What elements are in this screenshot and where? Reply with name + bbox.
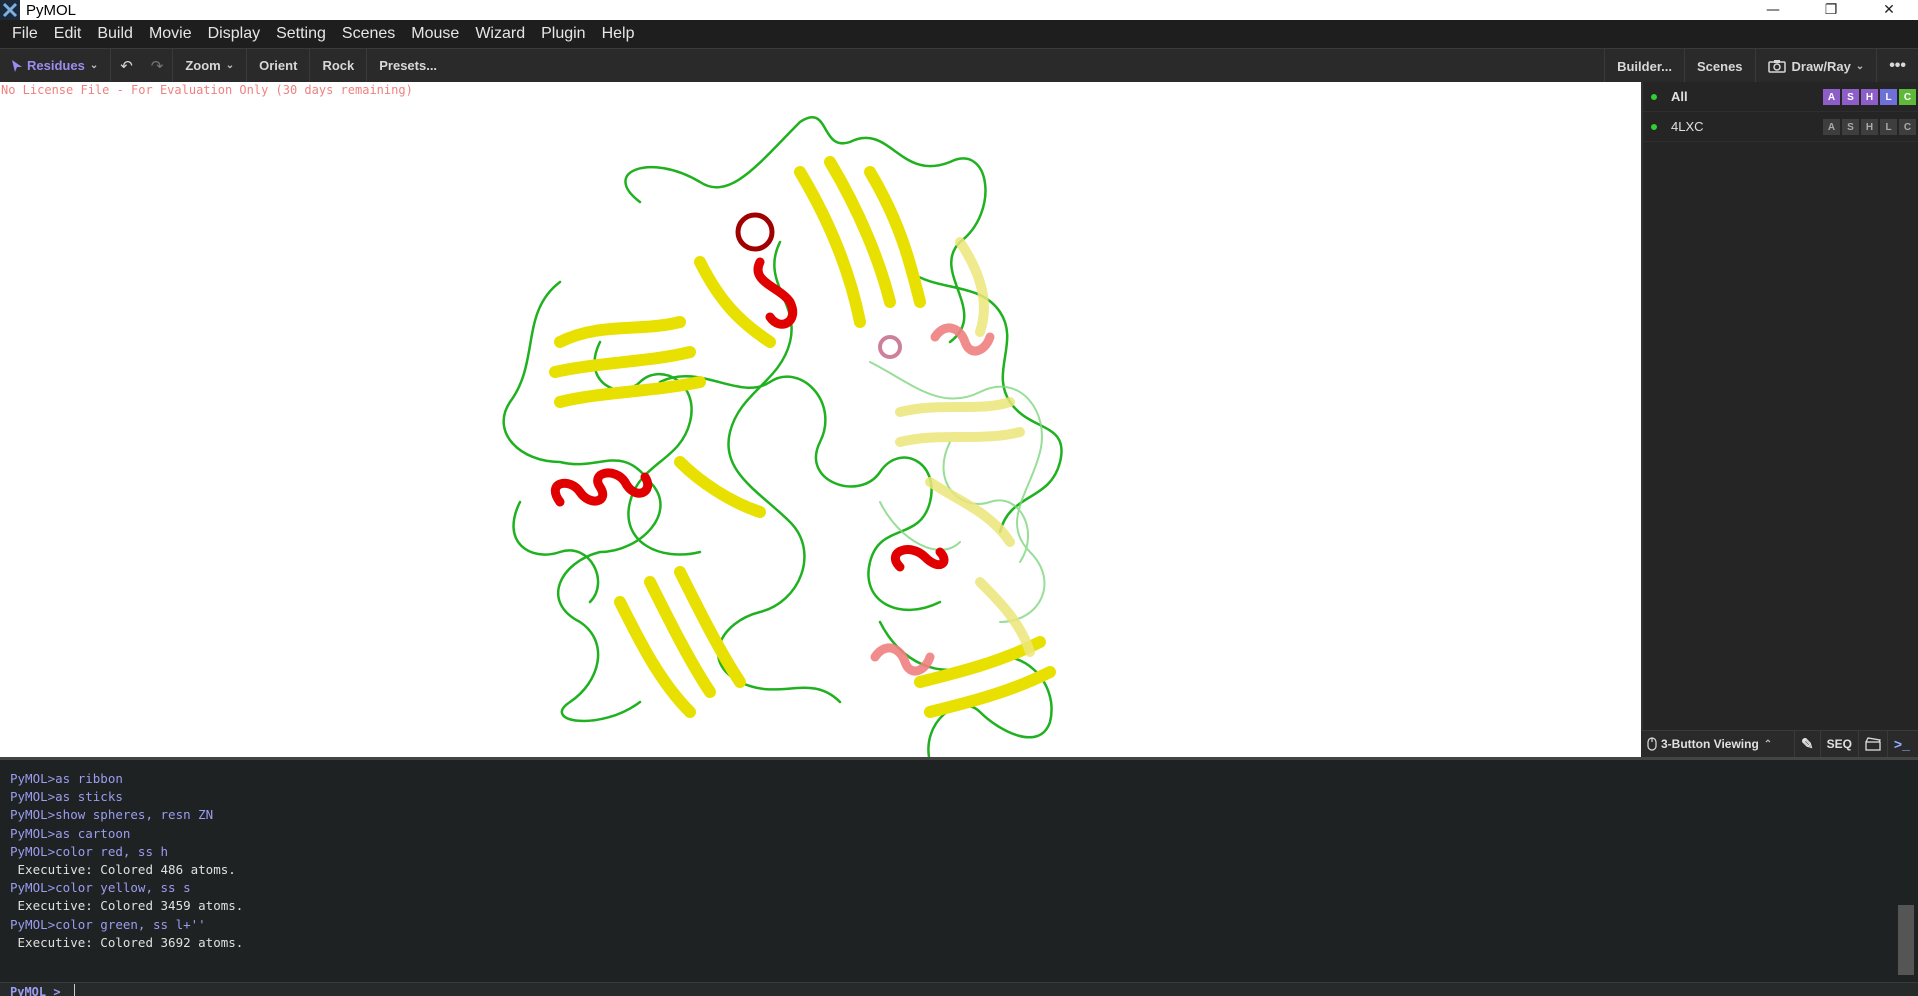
terminal-icon[interactable]: >_ bbox=[1888, 731, 1916, 758]
console-output: PyMOL>as ribbon PyMOL>as sticks PyMOL>sh… bbox=[10, 770, 243, 952]
console-line: Executive: Colored 486 atoms. bbox=[10, 862, 236, 878]
console-scrollbar[interactable] bbox=[1898, 905, 1914, 975]
console-line: PyMOL>show spheres, resn ZN bbox=[10, 807, 214, 823]
object-action-buttons: A S H L C bbox=[1823, 89, 1916, 105]
object-name: 4LXC bbox=[1671, 119, 1704, 134]
menu-setting[interactable]: Setting bbox=[268, 25, 334, 43]
movie-panel-icon[interactable] bbox=[1859, 730, 1888, 758]
draw-ray-dropdown[interactable]: Draw/Ray ⌄ bbox=[1754, 49, 1877, 83]
undo-icon[interactable]: ↶ bbox=[111, 49, 142, 83]
chevron-down-icon: ⌄ bbox=[89, 60, 99, 71]
menu-bar: File Edit Build Movie Display Setting Sc… bbox=[0, 20, 1918, 48]
color-button[interactable]: C bbox=[1899, 89, 1916, 105]
enabled-indicator-icon[interactable] bbox=[1651, 123, 1657, 130]
text-cursor bbox=[74, 984, 75, 996]
action-button[interactable]: A bbox=[1823, 119, 1840, 135]
mouse-icon bbox=[1647, 737, 1657, 751]
menu-file[interactable]: File bbox=[4, 25, 46, 43]
object-row-4lxc[interactable]: 4LXC A S H L C bbox=[1643, 112, 1918, 142]
menu-plugin[interactable]: Plugin bbox=[533, 25, 593, 43]
show-button[interactable]: S bbox=[1842, 89, 1859, 105]
sequence-toggle-button[interactable]: SEQ bbox=[1821, 730, 1859, 758]
pymol-window: PyMOL — ❐ ✕ File Edit Build Movie Displa… bbox=[0, 0, 1918, 996]
restore-button[interactable]: ❐ bbox=[1802, 0, 1860, 20]
protein-cartoon-render bbox=[502, 116, 1063, 757]
more-options-button[interactable]: ••• bbox=[1876, 49, 1918, 83]
panel-footer: 3-Button Viewing ⌃ ✎ SEQ >_ bbox=[1641, 730, 1918, 758]
close-button[interactable]: ✕ bbox=[1860, 0, 1918, 20]
camera-icon bbox=[1767, 60, 1786, 73]
console-line: PyMOL>color red, ss h bbox=[10, 843, 169, 859]
console-line: PyMOL>color yellow, ss s bbox=[10, 880, 191, 896]
menu-help[interactable]: Help bbox=[594, 25, 643, 43]
hide-button[interactable]: H bbox=[1861, 89, 1878, 105]
console-line: PyMOL>as sticks bbox=[10, 789, 123, 805]
menu-build[interactable]: Build bbox=[89, 25, 141, 43]
object-action-buttons: A S H L C bbox=[1823, 119, 1916, 135]
mouse-mode-label: 3-Button Viewing bbox=[1661, 737, 1759, 751]
hide-button[interactable]: H bbox=[1861, 119, 1878, 135]
presets-button[interactable]: Presets... bbox=[367, 49, 449, 83]
menu-wizard[interactable]: Wizard bbox=[467, 25, 533, 43]
show-button[interactable]: S bbox=[1842, 119, 1859, 135]
menu-mouse[interactable]: Mouse bbox=[403, 25, 467, 43]
clapperboard-icon bbox=[1865, 737, 1881, 751]
zoom-label: Zoom bbox=[185, 58, 221, 73]
window-controls: — ❐ ✕ bbox=[1744, 0, 1918, 20]
color-button[interactable]: C bbox=[1899, 119, 1916, 135]
redo-icon[interactable]: ↷ bbox=[142, 48, 174, 83]
enabled-indicator-icon[interactable] bbox=[1651, 93, 1657, 100]
console-line: PyMOL>as cartoon bbox=[10, 825, 131, 841]
command-console: PyMOL>as ribbon PyMOL>as sticks PyMOL>sh… bbox=[0, 757, 1918, 996]
menu-scenes[interactable]: Scenes bbox=[334, 25, 403, 43]
menu-edit[interactable]: Edit bbox=[46, 25, 90, 43]
toolbar: Residues ⌄ ↶ ↷ Zoom ⌄ Orient Rock Preset… bbox=[0, 48, 1918, 83]
license-notice: No License File - For Evaluation Only (3… bbox=[1, 83, 413, 97]
command-input[interactable]: PyMOL > bbox=[0, 982, 1918, 996]
draw-ray-label: Draw/Ray bbox=[1791, 58, 1851, 74]
chevron-down-icon: ⌄ bbox=[1855, 60, 1865, 72]
object-row-all[interactable]: All A S H L C bbox=[1643, 82, 1918, 112]
minimize-button[interactable]: — bbox=[1744, 0, 1802, 20]
menu-movie[interactable]: Movie bbox=[141, 25, 200, 43]
action-button[interactable]: A bbox=[1823, 89, 1840, 105]
command-prompt: PyMOL > bbox=[10, 985, 61, 996]
window-title: PyMOL bbox=[26, 1, 77, 19]
zoom-dropdown[interactable]: Zoom ⌄ bbox=[173, 48, 248, 83]
selection-mode-label: Residues bbox=[27, 58, 85, 73]
label-button[interactable]: L bbox=[1880, 89, 1897, 105]
object-panel: All A S H L C 4LXC A S H L C bbox=[1641, 82, 1918, 757]
console-line: PyMOL>as ribbon bbox=[10, 771, 123, 786]
object-name: All bbox=[1671, 89, 1688, 104]
scenes-button[interactable]: Scenes bbox=[1684, 49, 1755, 83]
console-line: Executive: Colored 3459 atoms. bbox=[10, 898, 244, 914]
chevron-up-icon: ⌃ bbox=[1763, 738, 1773, 750]
console-line: PyMOL>color green, ss l+'' bbox=[10, 916, 206, 932]
selection-mode-dropdown[interactable]: Residues ⌄ bbox=[0, 48, 112, 83]
orient-button[interactable]: Orient bbox=[247, 48, 311, 83]
rock-button[interactable]: Rock bbox=[310, 48, 368, 83]
menu-display[interactable]: Display bbox=[200, 25, 268, 43]
title-bar: PyMOL — ❐ ✕ bbox=[0, 0, 1918, 20]
label-button[interactable]: L bbox=[1880, 119, 1897, 135]
builder-button[interactable]: Builder... bbox=[1604, 49, 1684, 83]
chevron-down-icon: ⌄ bbox=[225, 60, 235, 71]
cursor-arrow-icon bbox=[12, 59, 22, 72]
console-line: Executive: Colored 3692 atoms. bbox=[10, 934, 244, 950]
wizard-wand-icon[interactable]: ✎ bbox=[1795, 730, 1821, 758]
mouse-mode-dropdown[interactable]: 3-Button Viewing ⌃ bbox=[1641, 730, 1795, 758]
pymol-logo-icon bbox=[0, 0, 20, 20]
molecule-viewport[interactable]: No License File - For Evaluation Only (3… bbox=[0, 82, 1641, 757]
toolbar-right: Builder... Scenes Draw/Ray ⌄ ••• bbox=[1604, 49, 1918, 83]
